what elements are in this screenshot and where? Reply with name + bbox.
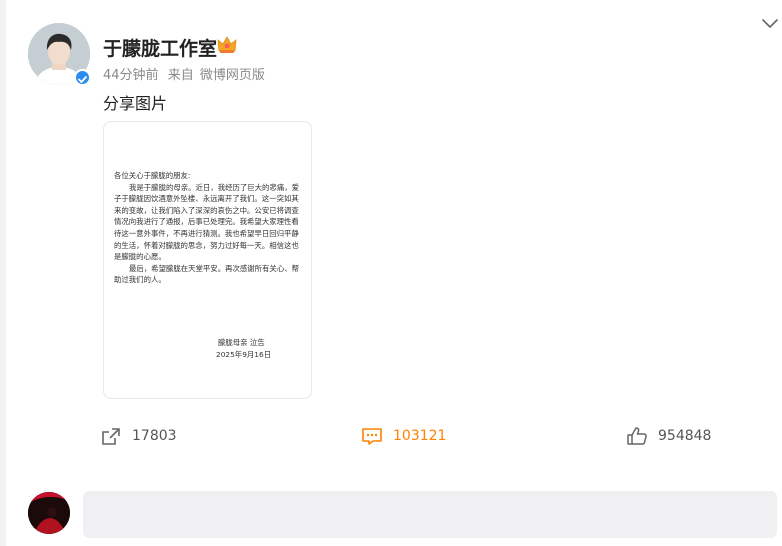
comment-icon (362, 428, 382, 445)
letter-paragraph-2: 最后，希望朦胧在天堂平安。再次感谢所有关心、帮助过我们的人。 (114, 263, 299, 285)
thumbs-up-icon (627, 427, 647, 445)
verified-badge-icon (74, 69, 91, 86)
share-count: 17803 (132, 428, 177, 444)
letter-paragraph-1: 我是于朦胧的母亲。近日，我经历了巨大的悲痛，爱子于朦胧因饮酒意外坠楼、永远离开了… (114, 182, 299, 262)
letter-text: 各位关心于朦胧的朋友: 我是于朦胧的母亲。近日，我经历了巨大的悲痛，爱子于朦胧因… (114, 170, 300, 286)
share-button[interactable]: 17803 (100, 425, 177, 447)
letter-date: 2025年9月16日 (216, 350, 272, 359)
source-prefix: 来自 (167, 68, 194, 83)
letter-signature: 朦胧母亲 泣告 (218, 338, 265, 347)
post-meta: 44分钟前 来自 微博网页版 (103, 64, 270, 83)
like-button[interactable]: 954848 (626, 425, 711, 447)
comment-button[interactable]: 103121 (361, 425, 446, 447)
letter-greeting: 各位关心于朦胧的朋友: (114, 171, 191, 180)
crown-icon[interactable] (216, 35, 238, 55)
post-image[interactable]: 各位关心于朦胧的朋友: 我是于朦胧的母亲。近日，我经历了巨大的悲痛，爱子于朦胧因… (103, 121, 312, 399)
comment-input[interactable] (83, 491, 777, 538)
letter-signature-block: 朦胧母亲 泣告 2025年9月16日 (216, 337, 271, 361)
chevron-down-icon[interactable] (761, 14, 779, 32)
weibo-post-card: 于朦胧工作室 44分钟前 来自 微博网页版 分享图片 各位关心于朦胧的朋友: 我… (6, 0, 782, 546)
current-user-avatar[interactable] (28, 492, 70, 534)
share-icon (102, 428, 120, 445)
post-time[interactable]: 44分钟前 (103, 68, 159, 83)
comment-count: 103121 (393, 428, 447, 444)
post-text: 分享图片 (103, 94, 168, 113)
author-name[interactable]: 于朦胧工作室 (103, 34, 217, 61)
like-count: 954848 (658, 428, 712, 444)
post-source: 微博网页版 (199, 68, 265, 83)
